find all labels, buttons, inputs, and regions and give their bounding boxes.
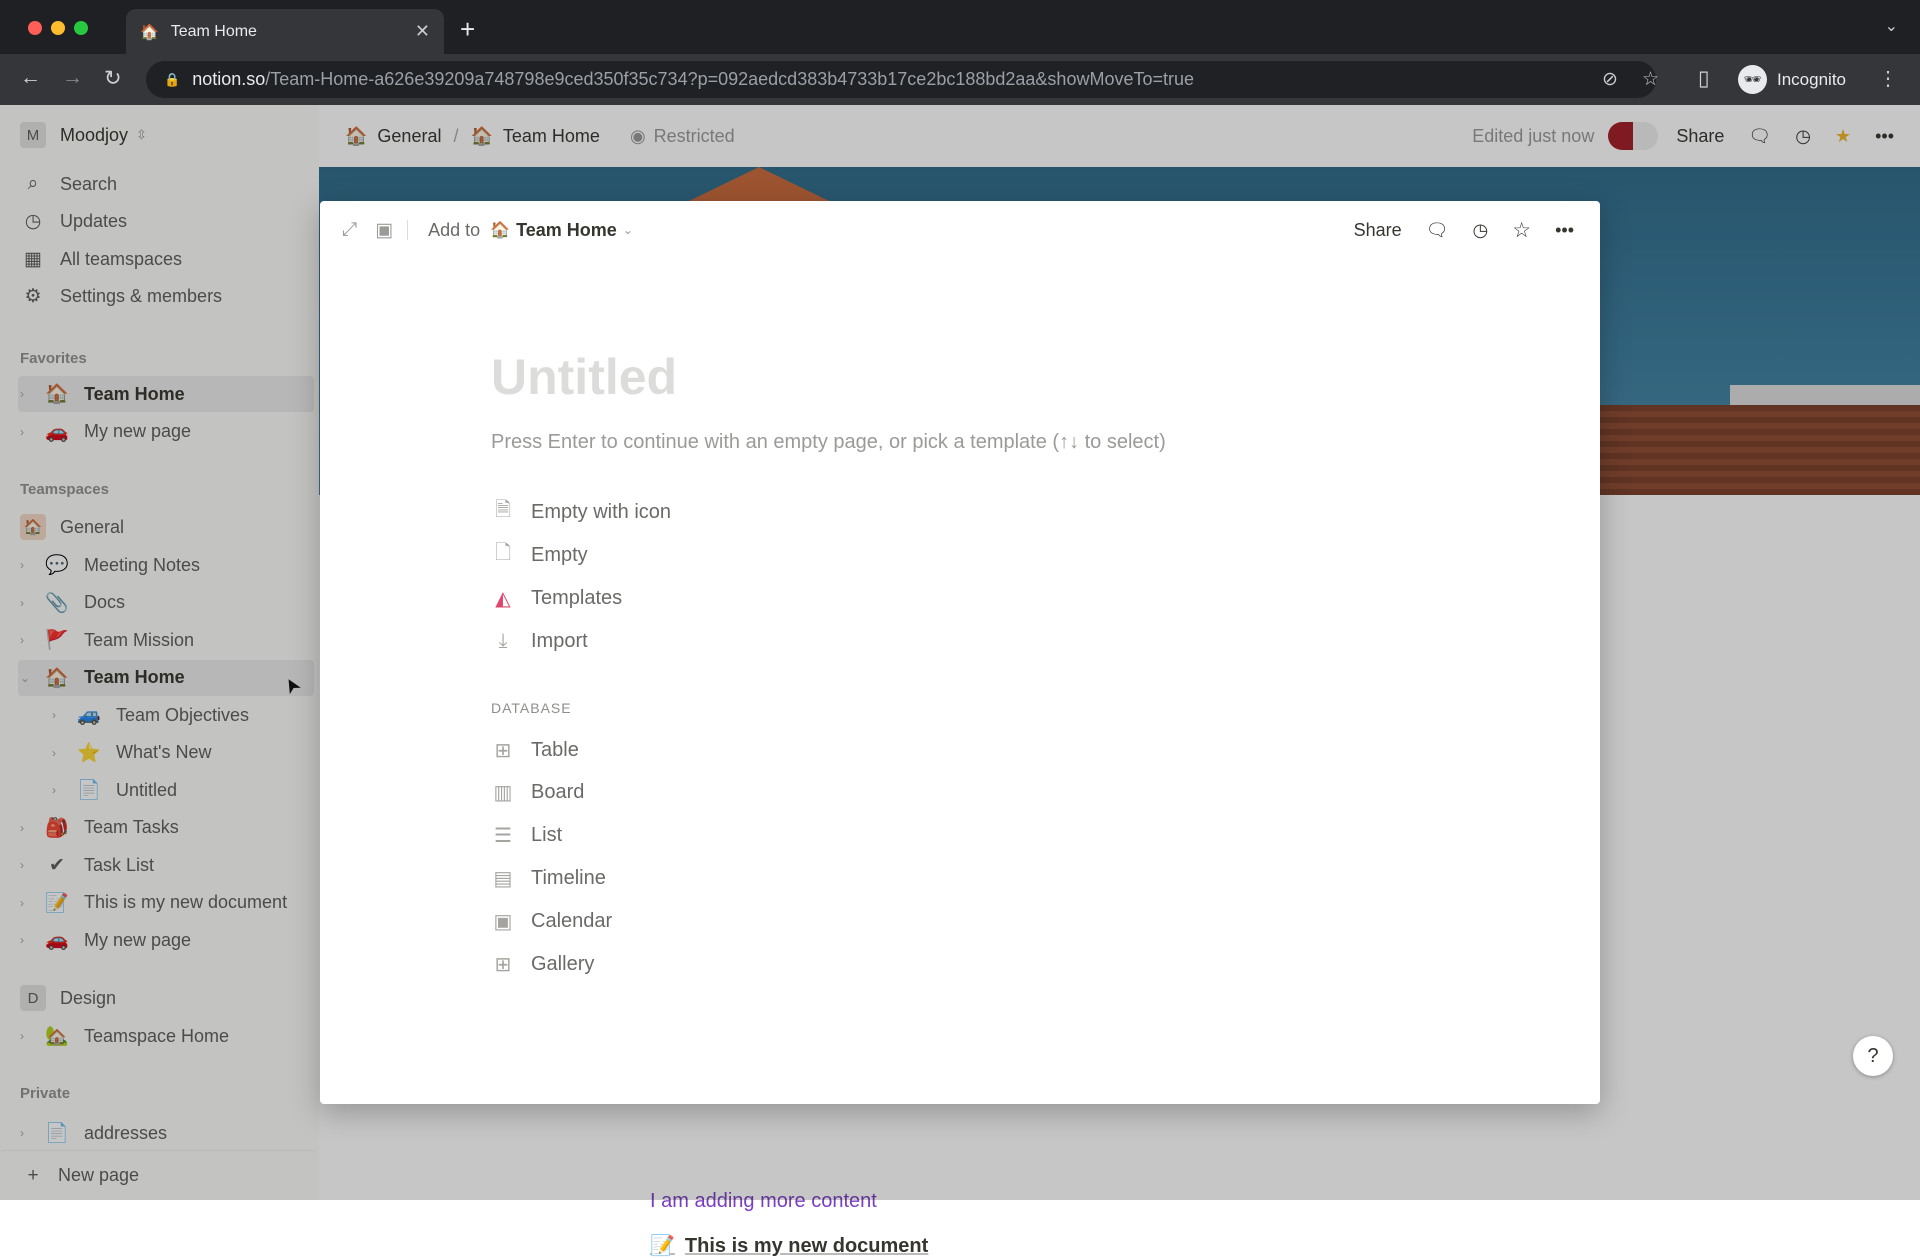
database-option-timeline[interactable]: ▤ Timeline [491, 861, 606, 895]
house-icon: 🏠 [140, 23, 159, 41]
tab-search-chevron-icon[interactable]: ⌄ [1885, 16, 1898, 36]
database-option-list[interactable]: ☰ List [491, 819, 562, 853]
list-icon: ☰ [494, 825, 512, 848]
option-label: List [531, 824, 563, 847]
profile-label: Incognito [1777, 69, 1846, 89]
favorite-star-icon[interactable]: ☆ [1512, 218, 1531, 243]
calendar-icon: ▣ [493, 910, 513, 933]
history-clock-icon[interactable]: ◷ [1473, 220, 1489, 241]
side-panel-icon[interactable]: ▯ [1698, 66, 1710, 91]
address-bar-row: ← → ↻ 🔒 notion.so/Team-Home-a626e39209a7… [0, 54, 1920, 105]
table-icon: ⊞ [494, 739, 512, 762]
option-label: Board [531, 781, 585, 804]
database-option-table[interactable]: ⊞ Table [491, 733, 579, 767]
close-tab-icon[interactable]: ✕ [415, 21, 430, 42]
url-input[interactable]: 🔒 notion.so/Team-Home-a626e39209a748798e… [146, 61, 1659, 98]
template-option-templates[interactable]: ◭ Templates [491, 581, 622, 615]
gallery-icon: ⊞ [494, 953, 512, 976]
template-option-empty[interactable]: 🗋 Empty [491, 538, 588, 572]
expand-icon[interactable]: ⤢ [342, 219, 357, 241]
template-option-empty-with-icon[interactable]: 🗎 Empty with icon [491, 495, 671, 529]
add-to-target[interactable]: Team Home [516, 220, 617, 241]
option-label: Empty [531, 543, 588, 566]
more-icon[interactable]: ••• [1555, 220, 1574, 241]
maximize-window-button[interactable] [74, 21, 88, 35]
page-text-icon: 🗎 [494, 499, 512, 521]
modal-header: ⤢ ▣ Add to 🏠 Team Home ⌄ Share 🗨 ◷ ☆ ••• [320, 201, 1600, 259]
close-window-button[interactable] [28, 21, 42, 35]
incognito-icon: 🕶 [1738, 65, 1767, 94]
browser-tab-bar: 🏠 Team Home ✕ + ⌄ [0, 0, 1920, 54]
template-hint: Press Enter to continue with an empty pa… [491, 431, 1166, 453]
option-label: Timeline [531, 866, 606, 889]
download-icon: ⤓ [498, 629, 508, 652]
option-label: Gallery [531, 952, 595, 975]
template-option-import[interactable]: ⤓ Import [491, 624, 588, 658]
minimize-window-button[interactable] [51, 21, 65, 35]
option-label: Calendar [531, 909, 613, 932]
divider [407, 220, 409, 240]
new-page-modal: ⤢ ▣ Add to 🏠 Team Home ⌄ Share 🗨 ◷ ☆ •••… [320, 201, 1600, 1104]
database-option-calendar[interactable]: ▣ Calendar [491, 904, 613, 938]
option-label: Table [531, 738, 579, 761]
browser-tab[interactable]: 🏠 Team Home ✕ [126, 9, 444, 54]
help-button[interactable]: ? [1853, 1036, 1893, 1076]
back-icon[interactable]: ← [20, 66, 41, 90]
url-host: notion.so [192, 69, 266, 89]
page-icon: 🗋 [494, 542, 512, 564]
url-path: /Team-Home-a626e39209a748798e9ced350f35c… [265, 69, 1195, 89]
peek-mode-icon[interactable]: ▣ [375, 219, 393, 242]
database-option-board[interactable]: ▥ Board [491, 776, 585, 810]
add-to-label: Add to [428, 219, 481, 240]
option-label: Templates [531, 586, 623, 609]
help-label: ? [1867, 1044, 1879, 1067]
comment-icon[interactable]: 🗨 [1426, 220, 1449, 241]
new-tab-button[interactable]: + [460, 14, 475, 45]
doc-link[interactable]: 📝 This is my new document [650, 1233, 928, 1258]
timeline-icon: ▤ [493, 867, 513, 890]
forward-icon[interactable]: → [62, 66, 83, 90]
lock-icon: 🔒 [164, 71, 181, 87]
database-option-gallery[interactable]: ⊞ Gallery [491, 947, 595, 981]
option-label: Import [531, 629, 588, 652]
incognito-badge[interactable]: 🕶 Incognito [1738, 62, 1846, 97]
house-icon: 🏠 [490, 222, 511, 239]
eye-off-icon[interactable]: ⊘ [1602, 68, 1618, 91]
page-title-input[interactable]: Untitled [491, 348, 677, 406]
tab-title: Team Home [170, 22, 257, 40]
document-icon: 📝 [650, 1235, 675, 1257]
option-label: Empty with icon [531, 500, 672, 523]
bookmark-star-icon[interactable]: ☆ [1642, 68, 1659, 91]
board-icon: ▥ [493, 782, 513, 805]
window-controls [28, 21, 88, 35]
doc-link-label: This is my new document [684, 1235, 929, 1257]
chevron-down-icon[interactable]: ⌄ [623, 223, 633, 237]
reload-icon[interactable]: ↻ [104, 66, 122, 91]
browser-menu-icon[interactable]: ⋮ [1878, 66, 1898, 91]
modal-share-button[interactable]: Share [1354, 220, 1402, 241]
database-heading: DATABASE [491, 700, 572, 716]
templates-icon: ◭ [495, 587, 511, 610]
